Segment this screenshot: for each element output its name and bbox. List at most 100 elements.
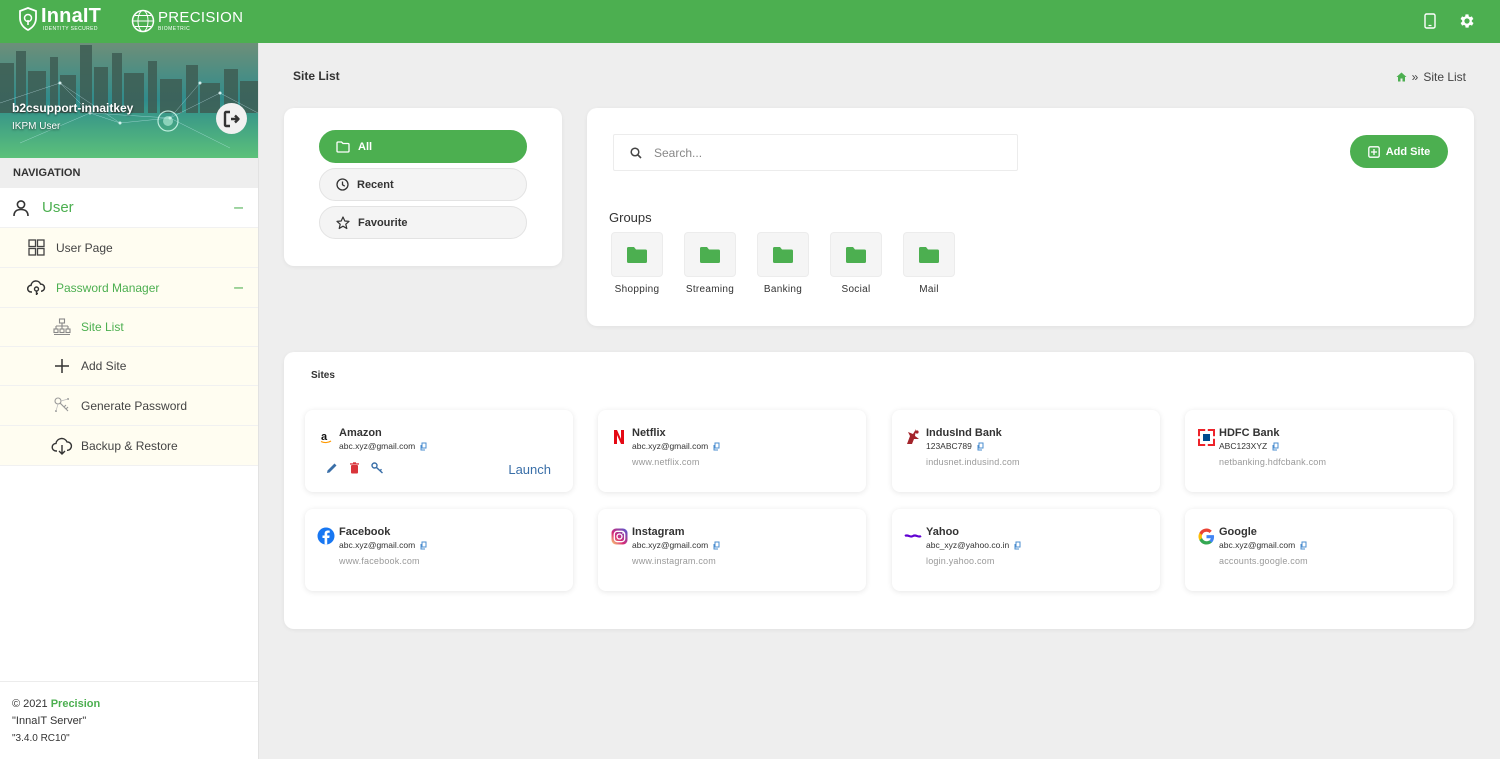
footer-company-link[interactable]: Precision [51,698,101,710]
copy-icon[interactable] [712,442,720,451]
svg-text:a: a [321,431,328,443]
edit-pencil-icon[interactable] [326,462,338,474]
filter-favourite-button[interactable]: Favourite [319,206,527,239]
site-card-yahoo[interactable]: Yahoo abc_xyz@yahoo.co.in login.yahoo.co… [892,509,1160,591]
netflix-logo-icon [610,428,628,446]
profile-username: b2csupport-innaitkey [12,101,134,115]
sidebar-item-user[interactable]: User – [0,188,258,228]
sidebar: b2csupport-innaitkey IKPM User NAVIGATIO… [0,43,259,759]
sites-title: Sites [311,370,335,381]
site-name: Google [1219,526,1257,538]
search-icon [630,146,642,159]
plus-icon [55,359,69,373]
site-url: login.yahoo.com [926,556,995,566]
group-banking[interactable]: Banking [753,232,813,295]
site-url: www.facebook.com [339,556,420,566]
filter-all-button[interactable]: All [319,130,527,163]
folder-icon [627,246,647,263]
launch-link[interactable]: Launch [508,462,551,477]
delete-trash-icon[interactable] [349,462,360,474]
site-username-row: ABC123XYZ [1219,441,1279,451]
site-card-google[interactable]: Google abc.xyz@gmail.com accounts.google… [1185,509,1453,591]
instagram-logo-icon [610,527,628,545]
logout-button[interactable] [216,103,247,134]
page-title: Site List [293,69,340,83]
site-username: abc.xyz@gmail.com [339,441,416,451]
site-card-hdfc-bank[interactable]: HDFC Bank ABC123XYZ netbanking.hdfcbank.… [1185,410,1453,492]
site-name: Yahoo [926,526,960,538]
collapse-password-manager-icon[interactable]: – [234,279,243,297]
add-site-button[interactable]: Add Site [1350,135,1448,168]
group-label: Streaming [685,284,735,295]
search-input[interactable] [654,145,994,160]
copy-icon[interactable] [1013,541,1021,550]
group-streaming[interactable]: Streaming [680,232,740,295]
copy-icon[interactable] [1271,442,1279,451]
indusind-logo-icon [904,428,922,446]
sidebar-item-add-site[interactable]: Add Site [0,347,258,386]
sidebar-item-generate-password[interactable]: Generate Password [0,386,258,426]
copy-icon[interactable] [712,541,720,550]
sidebar-item-user-page[interactable]: User Page [0,228,258,268]
copy-icon[interactable] [976,442,984,451]
cloud-download-icon [51,437,73,455]
sitemap-icon [53,318,71,335]
copy-icon[interactable] [1299,541,1307,550]
site-actions [326,462,384,474]
sidebar-item-password-manager[interactable]: Password Manager – [0,268,258,308]
shield-logo-icon [19,7,37,31]
logout-icon [223,110,240,127]
site-card-facebook[interactable]: Facebook abc.xyz@gmail.com www.facebook.… [305,509,573,591]
groups-title: Groups [609,210,652,225]
site-card-indusind-bank[interactable]: IndusInd Bank 123ABC789 indusnet.indusin… [892,410,1160,492]
site-name: HDFC Bank [1219,427,1280,439]
copy-icon[interactable] [419,541,427,550]
cloud-key-icon [27,280,46,295]
breadcrumb-separator: » [1411,70,1419,84]
site-username: 123ABC789 [926,441,972,451]
folder-icon [700,246,720,263]
site-username: abc.xyz@gmail.com [632,441,709,451]
key-icon[interactable] [371,462,384,474]
sidebar-footer: © 2021 Precision "InnaIT Server" "3.4.0 … [0,681,258,759]
brand-tagline: IDENTITY SECURED [43,26,98,32]
filter-recent-button[interactable]: Recent [319,168,527,201]
site-card-amazon[interactable]: a Amazon abc.xyz@gmail.com Launch [305,410,573,492]
group-social[interactable]: Social [826,232,886,295]
mobile-device-icon[interactable] [1424,13,1436,34]
add-site-label: Add Site [1385,145,1431,158]
site-url: indusnet.indusind.com [926,457,1020,467]
innait-logo[interactable]: InnaIT IDENTITY SECURED [18,6,101,32]
site-username-row: abc.xyz@gmail.com [339,540,427,550]
site-username-row: abc.xyz@gmail.com [632,540,720,550]
profile-role: IKPM User [12,121,61,132]
site-url: www.netflix.com [632,457,700,467]
folder-icon [846,246,866,263]
navigation-heading: NAVIGATION [0,158,258,188]
hdfc-logo-icon [1197,428,1215,446]
collapse-user-icon[interactable]: – [234,199,243,217]
group-label: Mail [919,284,939,295]
clock-icon [336,178,349,191]
search-box[interactable] [613,134,1018,171]
group-shopping[interactable]: Shopping [607,232,667,295]
sidebar-item-backup-restore[interactable]: Backup & Restore [0,426,258,466]
home-icon[interactable] [1396,72,1407,82]
gear-icon[interactable] [1458,12,1476,35]
star-icon [336,215,350,229]
search-groups-card: Add Site Groups Shopping Streaming Banki… [587,108,1474,326]
copy-icon[interactable] [419,442,427,451]
site-url: www.instagram.com [632,556,716,566]
globe-logo-icon [131,9,155,33]
site-name: Instagram [632,526,685,538]
site-card-netflix[interactable]: Netflix abc.xyz@gmail.com www.netflix.co… [598,410,866,492]
site-card-instagram[interactable]: Instagram abc.xyz@gmail.com www.instagra… [598,509,866,591]
group-mail[interactable]: Mail [899,232,959,295]
sites-card: Sites a Amazon abc.xyz@gmail.com Launch … [284,352,1474,629]
site-name: Facebook [339,526,391,538]
site-url: netbanking.hdfcbank.com [1219,457,1327,467]
amazon-logo-icon: a [317,428,335,446]
site-username-row: abc.xyz@gmail.com [632,441,720,451]
profile-banner: b2csupport-innaitkey IKPM User [0,43,258,158]
sidebar-item-site-list[interactable]: Site List [0,308,258,347]
